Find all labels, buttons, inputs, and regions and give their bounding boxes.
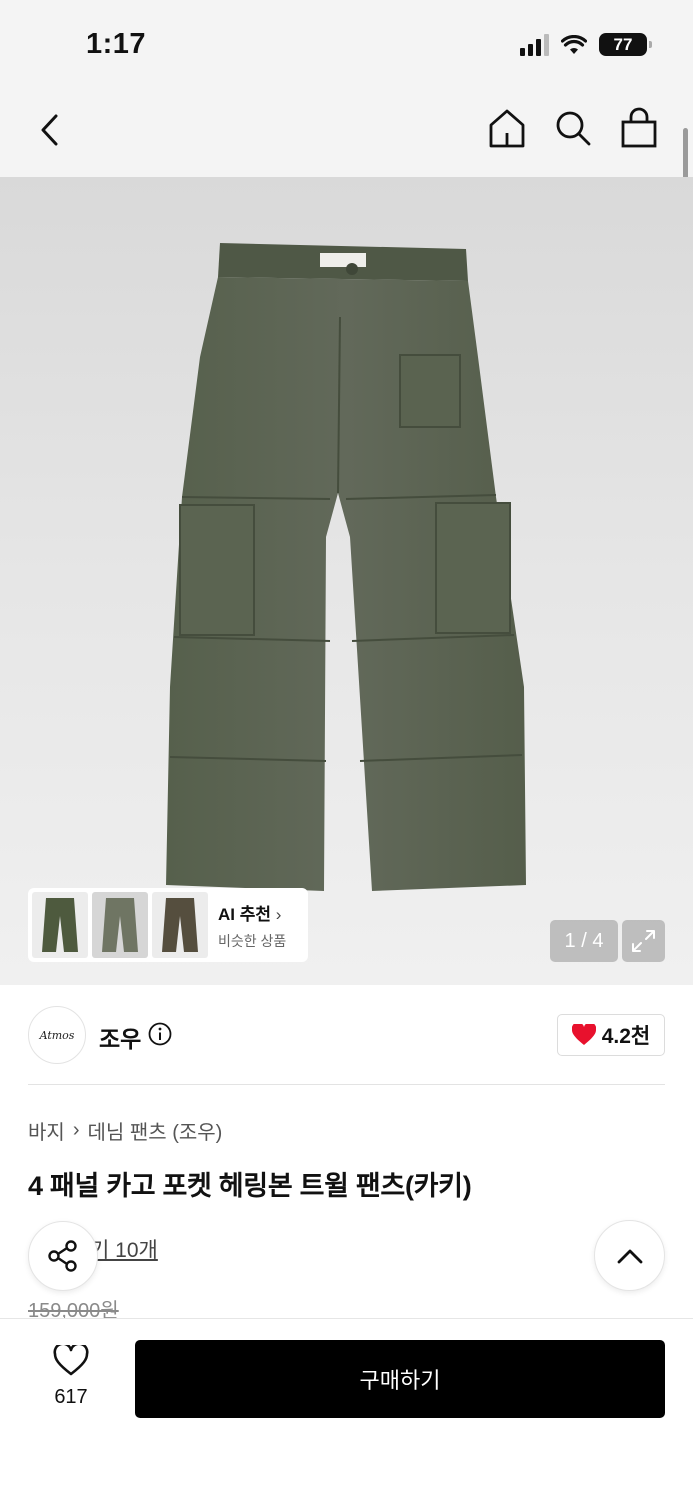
brand-like-count: 4.2천 xyxy=(601,1025,651,1048)
chevron-left-icon xyxy=(41,114,58,146)
product-image xyxy=(166,243,526,891)
brand-name[interactable]: 조우 xyxy=(99,1020,141,1054)
recommend-thumb[interactable] xyxy=(32,892,88,958)
product-title: 4 패널 카고 포켓 헤링본 트윌 팬츠(카키) xyxy=(28,1171,472,1201)
pants-thumbnail xyxy=(42,898,78,952)
pants-thumbnail xyxy=(162,898,198,952)
expand-button[interactable] xyxy=(622,920,665,962)
product-gallery[interactable]: AI 추천 › 비슷한 상품 1 / 4 xyxy=(0,177,693,985)
chevron-right-icon: › xyxy=(275,904,282,924)
chevron-up-icon xyxy=(617,1249,642,1263)
home-button[interactable] xyxy=(487,106,527,150)
wifi-icon xyxy=(561,34,587,54)
divider xyxy=(28,1084,665,1085)
signal-icon xyxy=(520,33,549,56)
search-icon xyxy=(556,111,591,146)
search-button[interactable] xyxy=(553,106,593,150)
pants-thumbnail xyxy=(102,898,138,952)
shopping-bag-icon xyxy=(621,107,657,148)
recommend-thumb[interactable] xyxy=(92,892,148,958)
wishlist-count: 617 xyxy=(54,1386,88,1408)
buy-button[interactable]: 구매하기 xyxy=(135,1340,665,1418)
share-icon xyxy=(48,1240,77,1272)
scroll-top-button[interactable] xyxy=(594,1220,665,1291)
share-button[interactable] xyxy=(28,1221,98,1291)
breadcrumb-item[interactable]: 데님 팬츠 (조우) xyxy=(87,1116,222,1145)
brand-like-button[interactable]: 4.2천 xyxy=(557,1014,665,1056)
heart-outline-icon xyxy=(53,1342,89,1376)
chevron-right-icon: › xyxy=(72,1119,80,1141)
brand-logo[interactable]: Atmos xyxy=(28,1006,86,1064)
status-time: 1:17 xyxy=(86,28,147,60)
cart-button[interactable] xyxy=(619,106,659,150)
header-actions xyxy=(487,106,659,150)
brand-row: Atmos 조우 4.2천 xyxy=(28,1006,665,1064)
info-icon[interactable] xyxy=(148,1022,172,1046)
battery-icon: 77 xyxy=(599,33,652,56)
home-icon xyxy=(489,109,525,148)
bottom-action-bar: 617 구매하기 xyxy=(0,1318,693,1500)
status-icons: 77 xyxy=(520,33,652,56)
ai-recommend-subtitle: 비슷한 상품 xyxy=(218,932,287,949)
top-bar: 1:17 77 xyxy=(0,0,693,177)
wishlist-button[interactable]: 617 xyxy=(40,1342,102,1409)
brand-logo-text: Atmos xyxy=(39,1028,75,1042)
recommend-thumb[interactable] xyxy=(152,892,208,958)
breadcrumb: 바지 › 데님 팬츠 (조우) xyxy=(28,1116,222,1145)
expand-icon xyxy=(632,930,655,952)
back-button[interactable] xyxy=(30,108,70,152)
ai-recommend-title: AI 추천 › xyxy=(218,900,286,925)
ai-recommend-text: AI 추천 › 비슷한 상품 xyxy=(218,900,286,951)
heart-filled-icon xyxy=(571,1024,596,1045)
breadcrumb-item[interactable]: 바지 xyxy=(28,1116,65,1145)
battery-level: 77 xyxy=(613,34,633,54)
ai-recommend-card[interactable]: AI 추천 › 비슷한 상품 xyxy=(28,888,308,962)
ai-recommend-title-text: AI 추천 xyxy=(218,904,272,924)
image-counter: 1 / 4 xyxy=(550,920,618,962)
original-price: 159,000원 xyxy=(28,1300,119,1318)
